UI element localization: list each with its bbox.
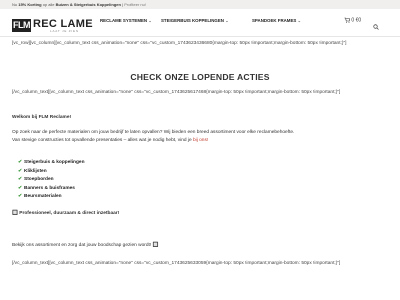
promo-middle: op alle: [41, 2, 56, 7]
intro-paragraph: Op zoek naar de perfecte materialen om j…: [12, 129, 388, 145]
list-item: ✔ Stoepborden: [18, 177, 85, 186]
header-divider: [0, 36, 400, 37]
list-item-label: Kliklijsten: [24, 168, 47, 174]
list-item-label: Steigerbuis & koppelingen: [24, 160, 85, 165]
tagline-text: 🔲 Professioneel, duurzaam & direct inzet…: [12, 210, 388, 218]
intro-line-1: Op zoek naar de perfecte materialen om j…: [12, 130, 295, 135]
promo-text: Nu 15% Korting op alle Buizen & Steigerb…: [12, 0, 146, 9]
list-item: ✔ Beursmaterialen: [18, 194, 85, 203]
intro-line-2-text: Van stevige constructies tot opvallende …: [12, 138, 193, 143]
welcome-heading: Welkom bij FLM Reclame!: [12, 115, 72, 120]
nav-label: STEIGERBUIS KOPPELINGEN: [161, 18, 224, 23]
shortcode-text-1: [vc_row][vc_column][vc_column_text css_a…: [12, 41, 347, 46]
chevron-down-icon: ⌄: [148, 18, 152, 23]
logo-tagline: LAAT JE ZIEN: [50, 29, 79, 33]
logo-mark: FLM: [12, 19, 31, 32]
nav-label: SPANDOEK FRAMES: [252, 18, 297, 23]
cta-text: Bekijk ons assortiment en zorg dat jouw …: [12, 243, 159, 248]
page-heading: CHECK ONZE LOPENDE ACTIES: [130, 72, 270, 82]
site-logo[interactable]: FLM REC LAME LAAT JE ZIEN: [12, 18, 96, 33]
list-item-label: Beursmaterialen: [24, 194, 62, 199]
tagline: 🔲 Professioneel, duurzaam & direct inzet…: [12, 211, 120, 216]
list-item: ✔ Banners & buisframes: [18, 186, 85, 195]
nav-item-steigerbuis-koppelingen[interactable]: STEIGERBUIS KOPPELINGEN ⌄: [161, 18, 229, 23]
shortcode-text-3: [/vc_column_text][vc_column_text css_ani…: [12, 261, 341, 266]
cart-total: €0: [355, 17, 362, 24]
chevron-down-icon: ⌄: [225, 18, 229, 23]
promo-link[interactable]: Profiteer nu!: [124, 2, 146, 7]
promo-products: Buizen & Steigerbuis Koppelingen: [55, 2, 121, 7]
search-icon[interactable]: [373, 17, 379, 35]
welcome-text: Welkom bij FLM Reclame!: [12, 114, 388, 122]
chevron-down-icon: ⌄: [297, 18, 301, 23]
shortcode-text-2: [/vc_column_text][vc_column_text css_ani…: [12, 90, 341, 95]
nav-item-reclame-systemen[interactable]: RECLAME SYSTEMEN ⌄: [100, 18, 152, 23]
site-header: FLM REC LAME LAAT JE ZIEN: [0, 9, 400, 37]
nav-label: RECLAME SYSTEMEN: [100, 18, 148, 23]
list-item: ✔ Steigerbuis & koppelingen: [18, 160, 85, 169]
cart-button[interactable]: 0 €0: [344, 17, 361, 23]
promo-discount: 15% Korting: [18, 2, 42, 7]
nav-item-spandoek-frames[interactable]: SPANDOEK FRAMES ⌄: [252, 18, 301, 23]
intro-line-2-highlight: bij ons!: [192, 138, 209, 143]
list-item: ✔ Kliklijsten: [18, 169, 85, 178]
intro-line-2: Van stevige constructies tot opvallende …: [12, 137, 388, 145]
product-checklist: ✔ Steigerbuis & koppelingen ✔ Kliklijsten …: [18, 160, 85, 203]
list-item-label: Banners & buisframes: [24, 185, 75, 191]
cart-count: 0: [351, 17, 355, 24]
list-item-label: Stoepborden: [24, 177, 54, 182]
promo-bar: Nu 15% Korting op alle Buizen & Steigerb…: [0, 0, 400, 9]
